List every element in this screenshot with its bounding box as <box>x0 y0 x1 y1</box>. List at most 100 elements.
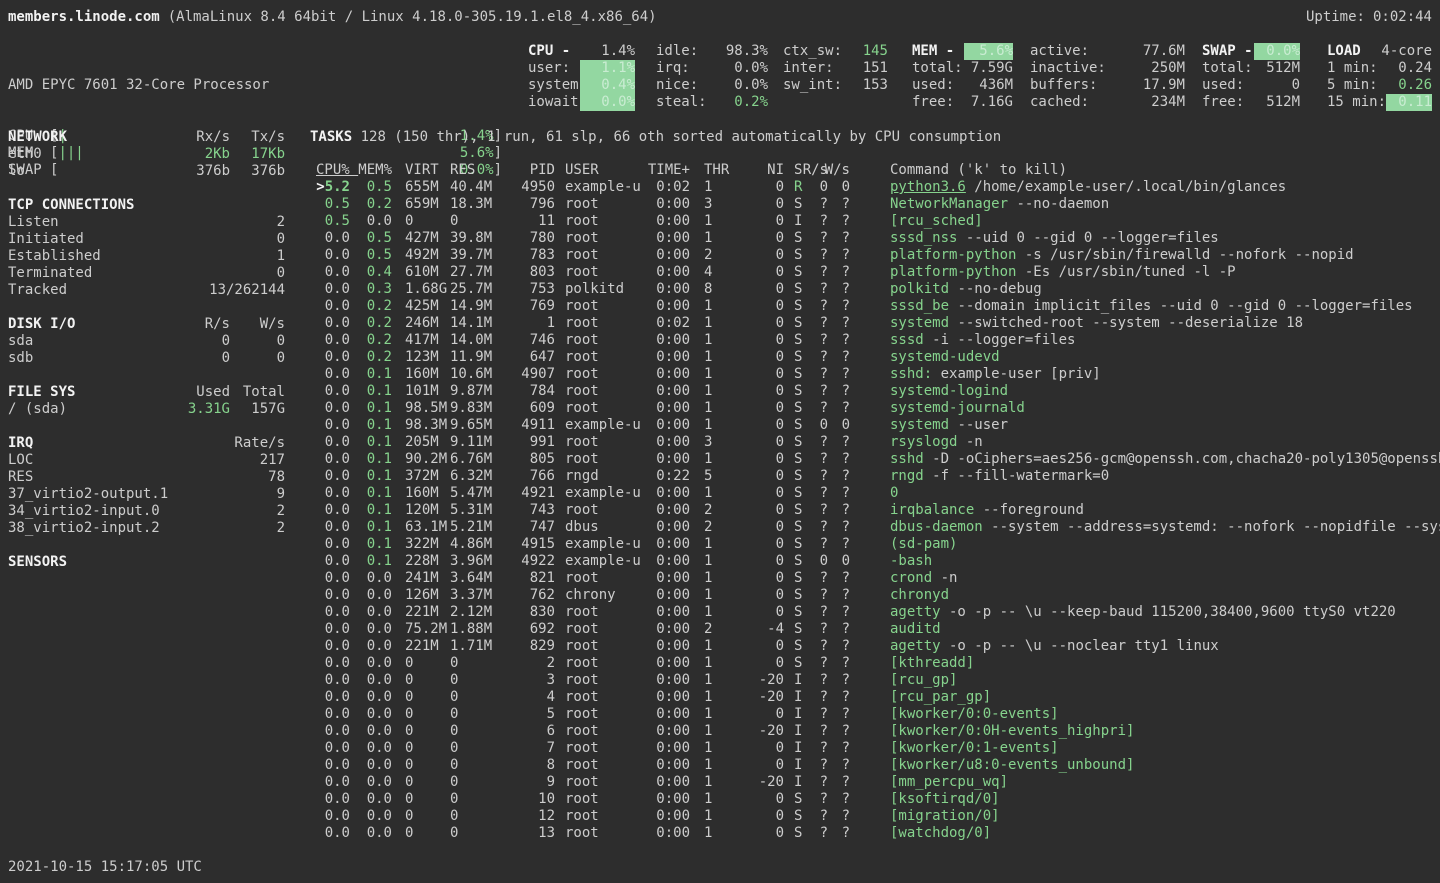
proc-user: root <box>565 723 650 740</box>
proc-user: root <box>565 774 650 791</box>
proc-pid: 762 <box>500 587 555 604</box>
stat-value: 0.0% <box>713 77 768 94</box>
cell-text: ? <box>820 383 828 400</box>
stat-value: 512M <box>1254 60 1300 77</box>
command-name: [kworker/0:0-events] <box>890 706 1059 723</box>
cell-text: I <box>794 672 802 689</box>
command-args: -D -oCiphers=aes256-gcm@openssh.com,chac… <box>924 451 1440 468</box>
proc-thr: 1 <box>704 672 729 689</box>
proc-status: S <box>794 553 808 570</box>
stat-value: 5.6% <box>964 43 1013 60</box>
cell-text: ? <box>842 332 850 349</box>
stat-label: SWAP - <box>1202 43 1254 60</box>
proc-user: root <box>565 621 650 638</box>
cell-text: 0.0 <box>367 706 392 723</box>
cell-text: S <box>794 298 802 315</box>
stat-label: idle: <box>656 43 713 60</box>
row-value: 2 <box>230 214 285 231</box>
cell-text: RES <box>450 162 475 179</box>
proc-thr: 1 <box>704 604 729 621</box>
cell-text: 98.3M <box>405 417 447 434</box>
cpu-value: 0.0 <box>325 502 350 519</box>
cell-text: 659M <box>405 196 439 213</box>
proc-time: 0:00 <box>650 825 690 842</box>
proc-mem: 0.1 <box>350 468 392 485</box>
proc-ni: 0 <box>729 213 784 230</box>
proc-ws: ? <box>828 502 850 519</box>
stat-label: free: <box>1202 94 1254 111</box>
col-mem: MEM% <box>350 162 392 179</box>
proc-command: chronyd <box>890 587 1440 604</box>
proc-user: root <box>565 298 650 315</box>
cell-text: 1 <box>704 706 712 723</box>
row-value: 376b <box>230 163 285 180</box>
proc-res: 40.4M <box>450 179 500 196</box>
os-info: (AlmaLinux 8.4 64bit / Linux 4.18.0-305.… <box>168 9 657 26</box>
cell-text: S <box>794 536 802 553</box>
row-value: 2 <box>230 520 285 537</box>
cell-text: 0.1 <box>367 502 392 519</box>
proc-ni: 0 <box>729 587 784 604</box>
proc-res: 5.47M <box>450 485 500 502</box>
table-row: 34_virtio2-input.02 <box>8 503 285 520</box>
proc-time: 0:00 <box>650 434 690 451</box>
cell-text: ? <box>820 774 828 791</box>
cell-text: rngd <box>565 468 599 485</box>
process-row: 0.00.2123M11.9M647root0:0010S??systemd-u… <box>310 349 1440 366</box>
proc-virt: 0 <box>405 655 450 672</box>
cell-text: 0.5 <box>367 230 392 247</box>
proc-rs: ? <box>808 502 828 519</box>
stat-value: 151 <box>843 60 888 77</box>
proc-cpu: 0.5 <box>310 196 350 213</box>
proc-mem: 0.0 <box>350 740 392 757</box>
cell-text: 0 <box>776 417 784 434</box>
proc-ni: -4 <box>729 621 784 638</box>
stat-label: free: <box>912 94 964 111</box>
stat-label: ctx_sw: <box>783 43 843 60</box>
cell-text: 0:00 <box>656 570 690 587</box>
cell-text: ? <box>842 672 850 689</box>
cell-text: 2 <box>704 621 712 638</box>
cell-text: PID <box>530 162 555 179</box>
proc-pid: 991 <box>500 434 555 451</box>
command-name: [rcu_gp] <box>890 672 957 689</box>
cell-text: 0 <box>405 689 413 706</box>
proc-cpu: 0.0 <box>310 247 350 264</box>
process-row: 0.00.1101M9.87M784root0:0010S??systemd-l… <box>310 383 1440 400</box>
cell-text: ? <box>842 196 850 213</box>
proc-cpu: 0.0 <box>310 434 350 451</box>
proc-user: example-u <box>565 417 650 434</box>
proc-pid: 746 <box>500 332 555 349</box>
proc-time: 0:00 <box>650 417 690 434</box>
load-stats-block: LOAD4-core1 min:0.245 min:0.2615 min:0.1… <box>1327 43 1432 111</box>
terminal-screen[interactable]: members.linode.com (AlmaLinux 8.4 64bit … <box>0 0 1440 883</box>
cell-text: 0:00 <box>656 706 690 723</box>
cell-text: 0.2 <box>367 332 392 349</box>
cell-text: 1 <box>704 485 712 502</box>
cell-text: 0:00 <box>656 519 690 536</box>
cell-text: root <box>565 213 599 230</box>
stat-value: 1.4% <box>580 43 635 60</box>
proc-ws: ? <box>828 825 850 842</box>
proc-ws: ? <box>828 485 850 502</box>
cell-text: 1 <box>704 179 712 196</box>
proc-mem: 0.2 <box>350 332 392 349</box>
cell-text: 0.0 <box>367 689 392 706</box>
table-row: RES78 <box>8 469 285 486</box>
cell-text: 0:00 <box>656 298 690 315</box>
command-args: --switched-root --system --deserialize 1… <box>949 315 1303 332</box>
cell-text: 0:00 <box>656 383 690 400</box>
cell-text: I <box>794 774 802 791</box>
cell-text: 0 <box>405 655 413 672</box>
cpu-value: 0.0 <box>325 587 350 604</box>
cell-text: 0 <box>405 706 413 723</box>
proc-pid: 766 <box>500 468 555 485</box>
stat-value: 0 <box>1254 77 1300 94</box>
cell-text: ? <box>820 519 828 536</box>
proc-virt: 610M <box>405 264 450 281</box>
proc-res: 4.86M <box>450 536 500 553</box>
proc-ni: 0 <box>729 400 784 417</box>
proc-user: polkitd <box>565 281 650 298</box>
cell-text: 0 <box>820 553 828 570</box>
proc-ws: ? <box>828 740 850 757</box>
